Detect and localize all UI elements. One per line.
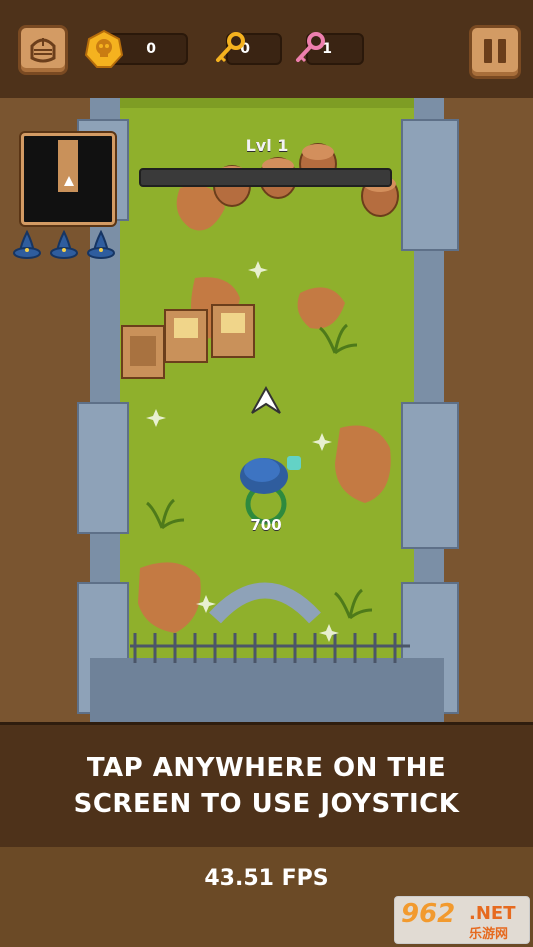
knight-helmet-icon [30,38,56,63]
game-viewport[interactable]: Lvl 1 700 [0,98,533,722]
watermark-domain: .NET [469,903,516,924]
wooden-crate [211,304,255,358]
pink-key-icon [296,32,325,63]
coin-count: 0 [146,41,156,57]
watermark-number: 962 [401,899,456,929]
minimap[interactable] [21,133,115,225]
pause-icon [484,39,506,63]
right-pillar [401,402,459,549]
minimap-player-marker [64,176,74,186]
pause-button[interactable] [469,25,521,79]
bottom-stone-wall [90,658,444,722]
wooden-crate [121,325,165,379]
player-score: 700 [250,516,282,534]
tutorial-panel: TAP ANYWHERE ON THE SCREEN TO USE JOYSTI… [0,722,533,850]
blue-wizard-hat-icon [50,230,78,259]
blue-wizard-hat-icon [87,230,115,259]
potion-row [12,230,122,262]
profile-button[interactable] [18,25,68,75]
tutorial-text: TAP ANYWHERE ON THE SCREEN TO USE JOYSTI… [73,753,460,819]
left-pillar [77,402,129,534]
right-pillar [401,119,459,251]
level-label: Lvl 1 [245,136,289,155]
fps-counter: 43.51 FPS [204,866,329,891]
watermark-chinese: 乐游网 [469,927,509,942]
level-progress-bar [139,168,392,187]
wooden-crate [164,309,208,363]
gold-key-icon [216,32,245,63]
skull-coin-icon [84,29,124,68]
top-hud-bar: 0 0 1 [0,0,533,101]
site-watermark: 962 .NET 乐游网 [394,896,530,944]
blue-wizard-hat-icon [13,230,41,259]
